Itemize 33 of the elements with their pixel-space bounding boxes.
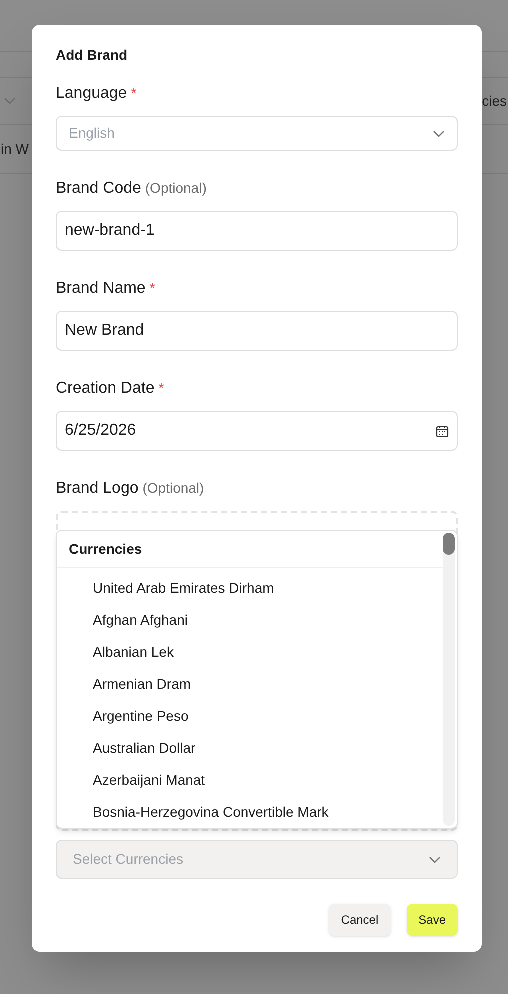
currency-option[interactable]: Bosnia-Herzegovina Convertible Mark [57, 796, 443, 828]
optional-note: (Optional) [142, 479, 204, 498]
currency-option[interactable]: United Arab Emirates Dirham [57, 572, 443, 604]
date-field[interactable]: 6/25/2026 [65, 419, 136, 443]
text-field[interactable]: New Brand [56, 311, 458, 351]
column-header: cies [482, 92, 507, 110]
chevron-down-icon [4, 97, 16, 105]
chevron-down-icon [429, 856, 441, 864]
currency-option[interactable]: Albanian Lek [57, 636, 443, 668]
required-asterisk: * [150, 279, 156, 298]
save-button[interactable]: Save [406, 904, 458, 936]
required-asterisk: * [158, 379, 164, 398]
cancel-button[interactable]: Cancel [329, 904, 391, 936]
optional-note: (Optional) [145, 179, 207, 198]
currency-option[interactable]: Afghan Afghani [57, 604, 443, 636]
field-label: Brand Logo [56, 479, 139, 499]
currency-option[interactable]: Argentine Peso [57, 700, 443, 732]
chevron-down-icon [433, 130, 445, 138]
scrollbar-thumb[interactable] [443, 533, 455, 555]
currency-option[interactable]: Australian Dollar [57, 732, 443, 764]
scrollbar-track[interactable] [443, 533, 455, 826]
field-label: Creation Date [56, 379, 155, 399]
table-cell-text: in W [1, 140, 29, 158]
currency-option[interactable]: Armenian Dram [57, 668, 443, 700]
required-asterisk: * [131, 84, 137, 103]
field-label: Brand Name [56, 279, 146, 299]
dialog-title: Add Brand [56, 46, 129, 65]
dropdown-heading: Currencies [57, 531, 443, 568]
field-label: Language [56, 84, 128, 104]
text-field[interactable]: new-brand-1 [56, 211, 458, 251]
calendar-icon[interactable] [436, 424, 449, 438]
field-label: Brand Code [56, 179, 142, 199]
currency-option[interactable]: Azerbaijani Manat [57, 764, 443, 796]
